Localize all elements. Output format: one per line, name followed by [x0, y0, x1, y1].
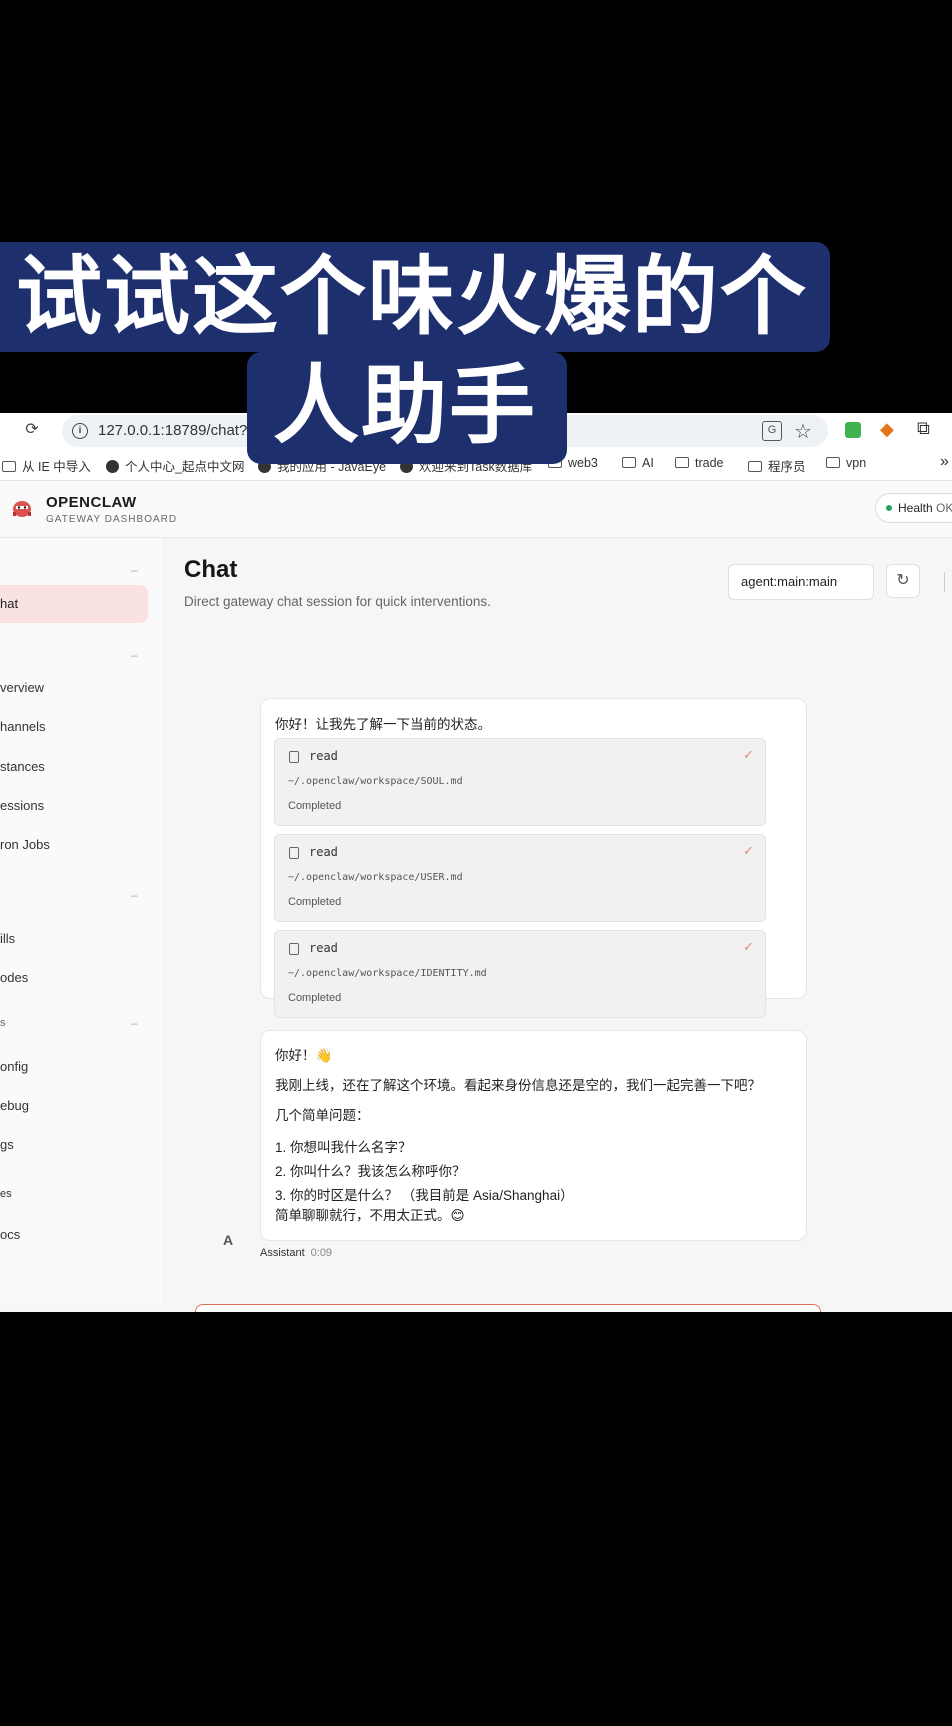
tool-status: Completed [288, 896, 342, 908]
folder-icon [748, 461, 762, 472]
sidebar-group-label: s [0, 1017, 6, 1029]
star-icon[interactable]: ☆ [794, 419, 812, 444]
check-icon: ✓ [743, 939, 754, 954]
tool-call-card[interactable]: read ✓ ~/.openclaw/workspace/IDENTITY.md… [274, 930, 766, 1018]
divider [944, 572, 945, 592]
message-text: 几个简单问题： [275, 1108, 370, 1123]
message-meta: Assistant 0:09 [260, 1247, 333, 1259]
page-icon [2, 461, 16, 472]
bookmark-item[interactable]: 从 IE 中导入 [2, 456, 91, 475]
avatar: A [222, 1232, 234, 1248]
info-icon[interactable]: i [72, 423, 88, 439]
sidebar-item-channels[interactable]: hannels [0, 708, 148, 746]
bookmark-folder[interactable]: trade [675, 456, 724, 470]
folder-icon [622, 457, 636, 468]
tool-path: ~/.openclaw/workspace/IDENTITY.md [288, 968, 487, 979]
message-text: 简单聊聊就行，不用太正式。😊 [275, 1208, 465, 1223]
check-icon: ✓ [743, 747, 754, 762]
tool-status: Completed [288, 800, 342, 812]
bookmark-folder[interactable]: AI [622, 456, 654, 470]
page-subtitle: Direct gateway chat session for quick in… [184, 594, 491, 609]
message-text: 我刚上线，还在了解这个环境。看起来身份信息还是空的，我们一起完善一下吧？ [275, 1078, 761, 1093]
video-frame: 试试这个味火爆的个 人助手 ⟳ i 127.0.0.1:18789/chat?s… [0, 0, 952, 1726]
caption-line-1: 试试这个味火爆的个 [0, 242, 830, 352]
collapse-icon[interactable]: – [131, 563, 138, 577]
message-text: 你好！让我先了解一下当前的状态。 [275, 717, 491, 732]
translate-icon[interactable]: G [762, 421, 782, 441]
list-item: 1. 你想叫我什么名字？ [275, 1140, 412, 1155]
folder-icon [826, 457, 840, 468]
message-input[interactable] [195, 1304, 821, 1312]
check-icon: ✓ [743, 843, 754, 858]
brand-name: OPENCLAW [46, 494, 137, 511]
file-icon [289, 847, 299, 859]
sidebar-item-skills[interactable]: ills [0, 920, 148, 958]
session-select[interactable]: agent:main:main [728, 564, 874, 600]
tool-call-card[interactable]: read ✓ ~/.openclaw/workspace/SOUL.md Com… [274, 738, 766, 826]
status-dot-icon [886, 505, 892, 511]
refresh-icon[interactable]: ↻ [886, 564, 920, 598]
list-item: 2. 你叫什么？我该怎么称呼你？ [275, 1164, 466, 1179]
sidebar-item-instances[interactable]: stances [0, 748, 148, 786]
sidebar-item-cron-jobs[interactable]: ron Jobs [0, 826, 148, 864]
tool-status: Completed [288, 992, 342, 1004]
brand-subtitle: GATEWAY DASHBOARD [46, 514, 178, 525]
page-title: Chat [184, 556, 238, 583]
tool-name: read [309, 845, 338, 859]
assistant-message-bubble: 你好！让我先了解一下当前的状态。 read ✓ ~/.openclaw/work… [260, 698, 807, 1018]
sidebar-item-logs[interactable]: gs [0, 1126, 148, 1164]
lobster-logo-icon [13, 501, 31, 517]
extension-icon[interactable] [845, 422, 861, 438]
bookmark-folder[interactable]: vpn [826, 456, 866, 470]
tool-name: read [309, 941, 338, 955]
sidebar-item-chat[interactable]: hat [0, 585, 148, 623]
tool-path: ~/.openclaw/workspace/USER.md [288, 872, 463, 883]
caption-line-2: 人助手 [247, 352, 567, 464]
message-text: 你好！👋 [275, 1048, 333, 1063]
sidebar-item-resources[interactable]: es [0, 1175, 148, 1213]
sidebar-item-nodes[interactable]: odes [0, 959, 148, 997]
puzzle-icon[interactable]: ⧉ [917, 418, 930, 439]
collapse-icon[interactable]: – [131, 648, 138, 662]
reload-icon[interactable]: ⟳ [22, 420, 42, 440]
collapse-icon[interactable]: – [131, 1016, 138, 1030]
tool-call-card[interactable]: read ✓ ~/.openclaw/workspace/USER.md Com… [274, 834, 766, 922]
sidebar-item-config[interactable]: onfig [0, 1048, 148, 1086]
sidebar: – hat – verview hannels stances essions … [0, 538, 162, 1312]
assistant-message-bubble: 你好！👋 我刚上线，还在了解这个环境。看起来身份信息还是空的，我们一起完善一下吧… [260, 1030, 807, 1241]
metamask-icon[interactable]: ◆ [880, 419, 894, 440]
tool-name: read [309, 749, 338, 763]
list-item: 3. 你的时区是什么？ （我目前是 Asia/Shanghai） [275, 1188, 574, 1203]
health-badge[interactable]: Health OK [875, 493, 952, 523]
collapse-icon[interactable]: – [131, 888, 138, 902]
file-icon [289, 943, 299, 955]
bookmarks-overflow[interactable]: » [940, 453, 949, 471]
folder-icon [675, 457, 689, 468]
app-header: OPENCLAW GATEWAY DASHBOARD Health OK [0, 481, 952, 538]
sidebar-item-debug[interactable]: ebug [0, 1087, 148, 1125]
globe-icon [106, 460, 119, 473]
sidebar-item-docs[interactable]: ocs [0, 1216, 148, 1254]
sidebar-item-sessions[interactable]: essions [0, 787, 148, 825]
bookmark-folder[interactable]: 程序员 [748, 456, 806, 475]
sidebar-item-overview[interactable]: verview [0, 669, 148, 707]
bookmark-item[interactable]: 个人中心_起点中文网 [106, 456, 244, 475]
file-icon [289, 751, 299, 763]
tool-path: ~/.openclaw/workspace/SOUL.md [288, 776, 463, 787]
